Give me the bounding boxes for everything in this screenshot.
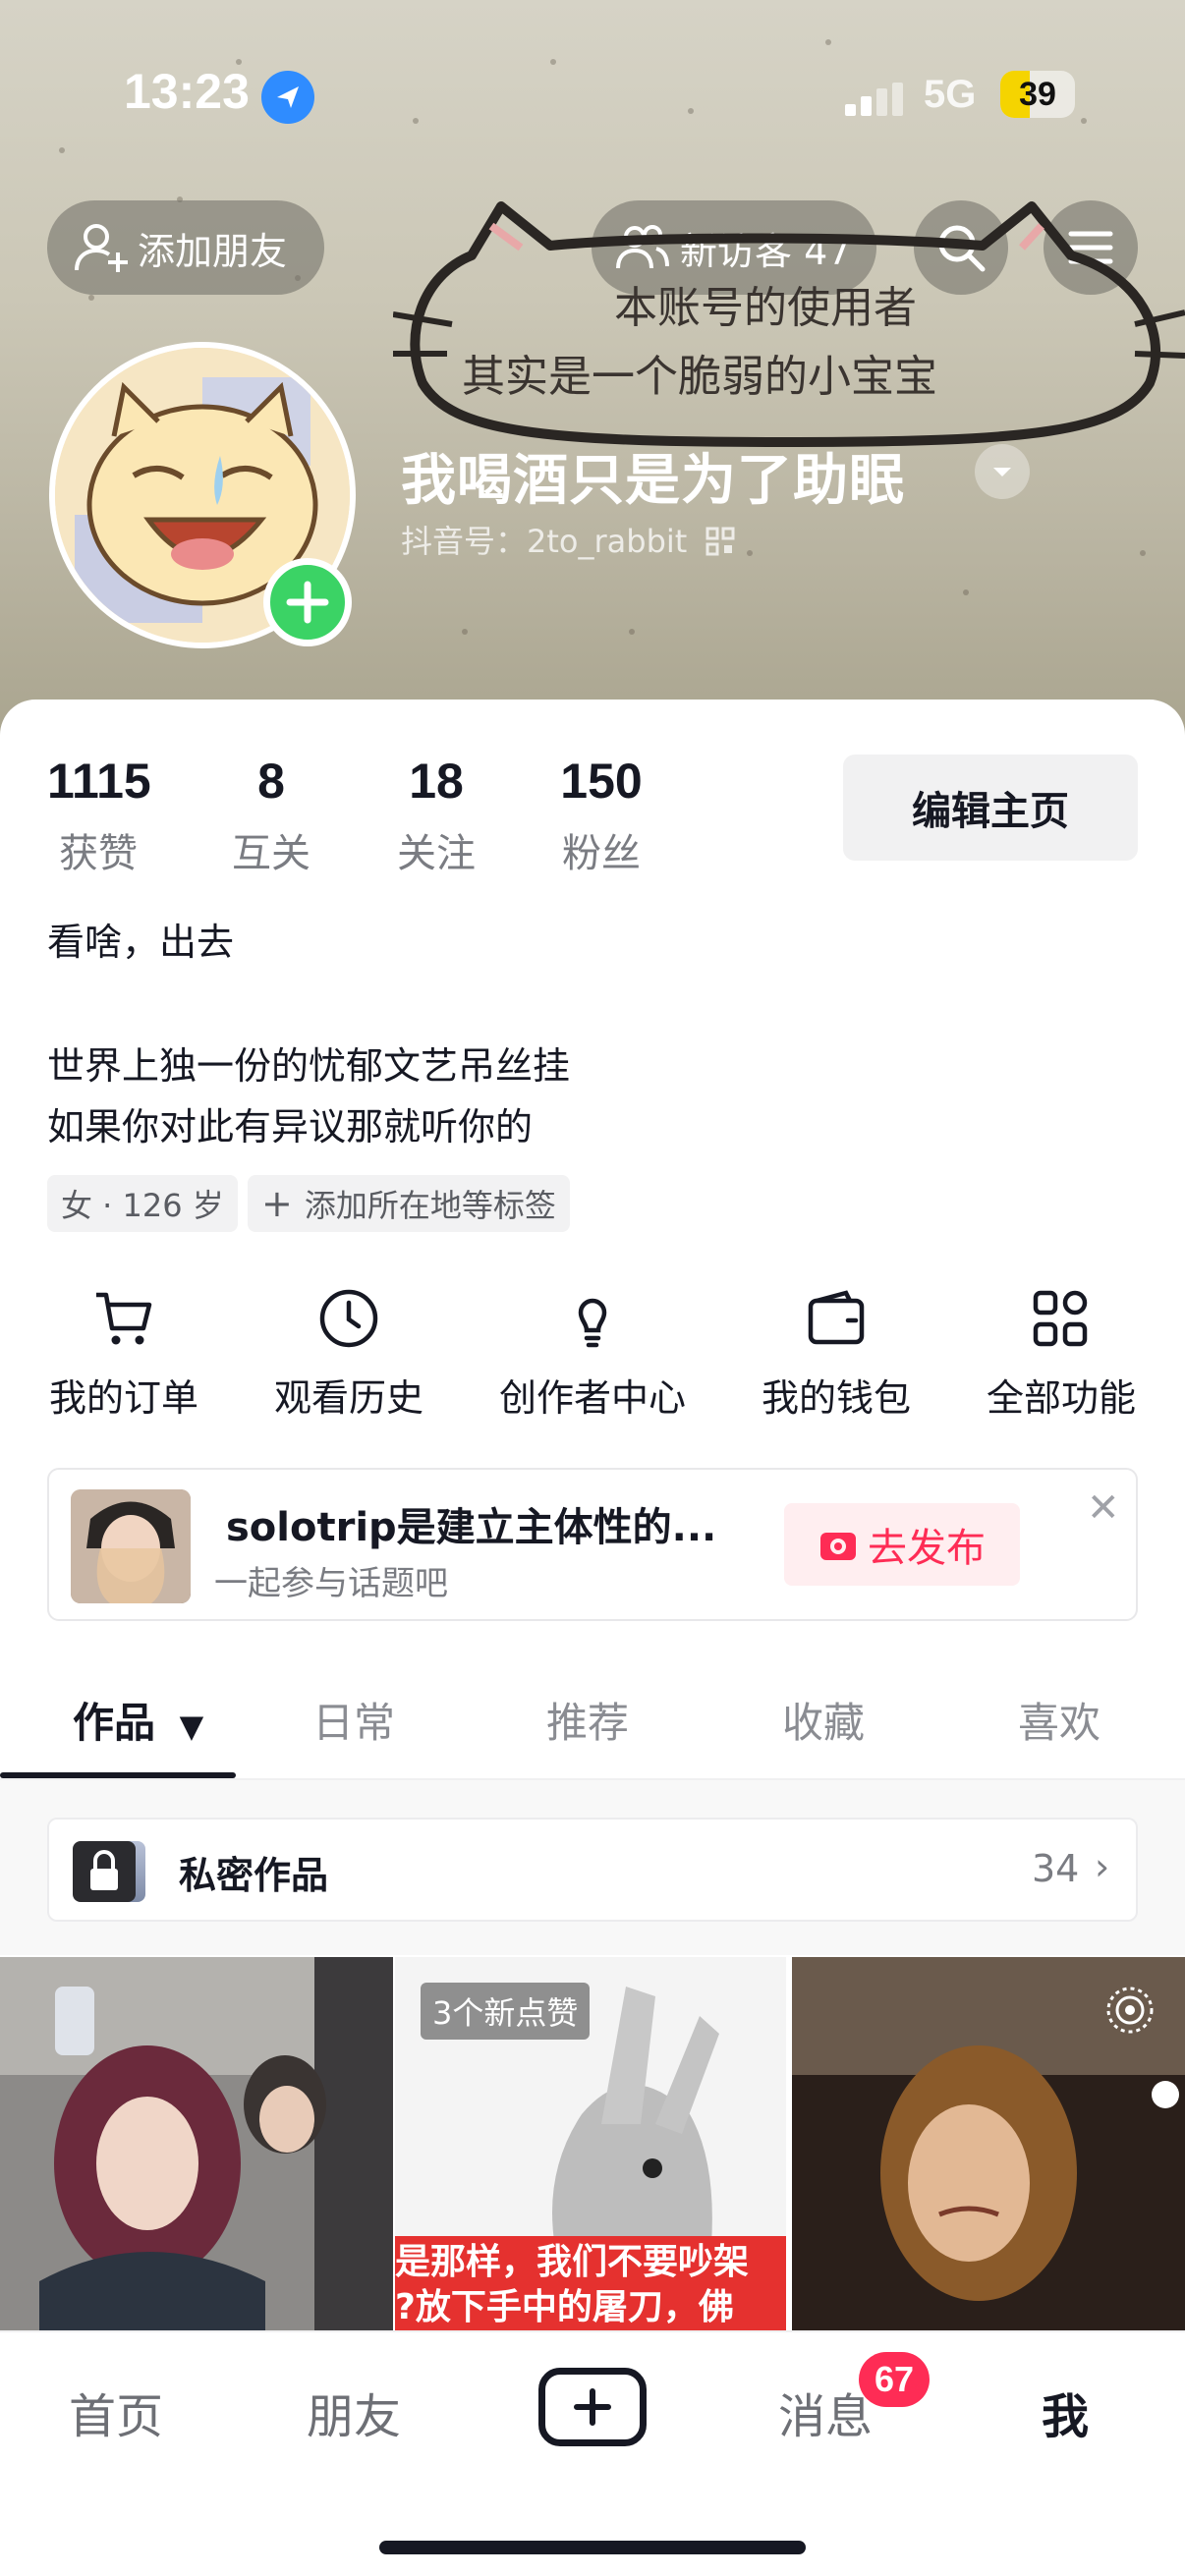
nav-me[interactable]: 我 — [1042, 2378, 1089, 2446]
home-indicator — [379, 2541, 806, 2554]
video-thumbnail-1[interactable] — [0, 1957, 393, 2330]
tab-likes[interactable]: 喜欢 — [1018, 1690, 1100, 1750]
nav-home[interactable]: 首页 — [69, 2378, 163, 2446]
live-photo-icon — [1104, 1985, 1156, 2040]
add-user-icon — [75, 224, 128, 272]
gender-age-tag[interactable]: 女 · 126 岁 — [47, 1175, 238, 1232]
private-works-count: 34 — [1032, 1847, 1080, 1890]
mutual-label: 互关 — [232, 831, 310, 876]
creator-center-label: 创作者中心 — [498, 1376, 686, 1420]
lock-icon — [73, 1841, 136, 1902]
bio-line-1: 看啥，出去 — [47, 921, 235, 964]
new-likes-badge: 3个新点赞 — [421, 1983, 591, 2040]
creator-center-button[interactable]: 创作者中心 — [494, 1287, 691, 1422]
tab-recommend[interactable]: 推荐 — [546, 1690, 629, 1750]
cellular-signal-icon — [845, 83, 904, 116]
following-count[interactable]: 18 — [387, 753, 485, 810]
status-time: 13:23 — [124, 64, 250, 119]
nav-messages[interactable]: 消息 — [778, 2378, 873, 2446]
topic-subtitle: 一起参与话题吧 — [214, 1564, 448, 1603]
doodle-text-line2: 其实是一个脆弱的小宝宝 — [462, 352, 937, 402]
clock-icon — [319, 1289, 378, 1348]
plus-icon — [574, 2388, 611, 2426]
tab-favorites[interactable]: 收藏 — [782, 1690, 865, 1750]
camera-icon — [820, 1533, 856, 1560]
cart-icon — [96, 1292, 152, 1345]
add-friend-button[interactable]: 添加朋友 — [47, 200, 324, 295]
caption-line-1: 是那样，我们不要吵架 — [395, 2242, 750, 2282]
nav-friends[interactable]: 朋友 — [307, 2378, 401, 2446]
profile-nickname: 我喝酒只是为了助眠 — [401, 449, 905, 513]
lightbulb-icon — [578, 1298, 607, 1348]
video-caption-overlay: 是那样，我们不要吵架 ?放下手中的屠刀，佛 — [395, 2236, 786, 2330]
close-icon[interactable]: ✕ — [1087, 1485, 1120, 1531]
topic-title: solotrip是建立主体性的... — [226, 1505, 717, 1550]
mutual-count[interactable]: 8 — [222, 753, 320, 810]
battery-icon: 39 — [1000, 71, 1075, 118]
my-wallet-label: 我的钱包 — [761, 1376, 911, 1420]
private-works-label: 私密作品 — [179, 1854, 329, 1897]
location-arrow-icon — [261, 71, 314, 124]
qr-code-icon[interactable] — [705, 527, 735, 556]
douyin-id: 抖音号：2to_rabbit — [401, 517, 735, 562]
followers-label: 粉丝 — [562, 831, 641, 876]
network-type: 5G — [924, 73, 977, 116]
cat-doodle-banner: 本账号的使用者 其实是一个脆弱的小宝宝 — [393, 201, 1185, 447]
grid-icon — [1033, 1290, 1088, 1347]
my-orders-label: 我的订单 — [48, 1376, 198, 1420]
messages-unread-badge: 67 — [859, 2352, 930, 2407]
caret-down-icon: ▼ — [179, 1708, 204, 1745]
likes-label: 获赞 — [59, 831, 138, 876]
add-location-tag[interactable]: + 添加所在地等标签 — [248, 1175, 570, 1232]
following-label: 关注 — [397, 831, 476, 876]
create-post-button[interactable] — [538, 2368, 647, 2446]
all-features-label: 全部功能 — [986, 1376, 1136, 1420]
bio-line-2: 世界上独一份的忧郁文艺吊丝挂 — [47, 1044, 571, 1088]
private-works-row[interactable]: 私密作品 34 › — [47, 1818, 1138, 1922]
douyin-id-text: 抖音号：2to_rabbit — [401, 523, 688, 560]
topic-suggestion-card[interactable]: solotrip是建立主体性的... 一起参与话题吧 去发布 ✕ — [47, 1468, 1138, 1621]
add-location-label: 添加所在地等标签 — [304, 1187, 556, 1224]
wallet-icon — [808, 1290, 865, 1345]
my-wallet-button[interactable]: 我的钱包 — [738, 1287, 934, 1422]
caption-line-2: ?放下手中的屠刀，佛 — [395, 2287, 734, 2327]
chevron-down-icon — [993, 468, 1011, 476]
plus-icon — [286, 581, 329, 624]
publish-label: 去发布 — [868, 1526, 986, 1571]
edit-profile-button[interactable]: 编辑主页 — [843, 755, 1138, 861]
doodle-text-line1: 本账号的使用者 — [614, 283, 917, 333]
battery-percent: 39 — [1019, 76, 1056, 113]
add-avatar-button[interactable] — [263, 558, 352, 646]
add-friend-label: 添加朋友 — [138, 229, 288, 273]
tab-daily[interactable]: 日常 — [312, 1690, 395, 1750]
watch-history-button[interactable]: 观看历史 — [251, 1287, 447, 1422]
publish-button[interactable]: 去发布 — [784, 1503, 1020, 1586]
tab-works-label: 作品 — [73, 1699, 156, 1747]
likes-count[interactable]: 1115 — [47, 753, 151, 810]
bio-line-3: 如果你对此有异议那就听你的 — [47, 1105, 534, 1148]
all-features-button[interactable]: 全部功能 — [963, 1287, 1159, 1422]
watch-history-label: 观看历史 — [273, 1376, 423, 1420]
topic-thumbnail — [71, 1489, 191, 1603]
chevron-right-icon: › — [1095, 1845, 1110, 1888]
tab-works[interactable]: 作品 ▼ — [73, 1690, 203, 1750]
my-orders-button[interactable]: 我的订单 — [26, 1287, 222, 1422]
followers-count[interactable]: 150 — [552, 753, 650, 810]
account-switch-button[interactable] — [975, 444, 1030, 499]
plus-icon: + — [261, 1182, 293, 1225]
